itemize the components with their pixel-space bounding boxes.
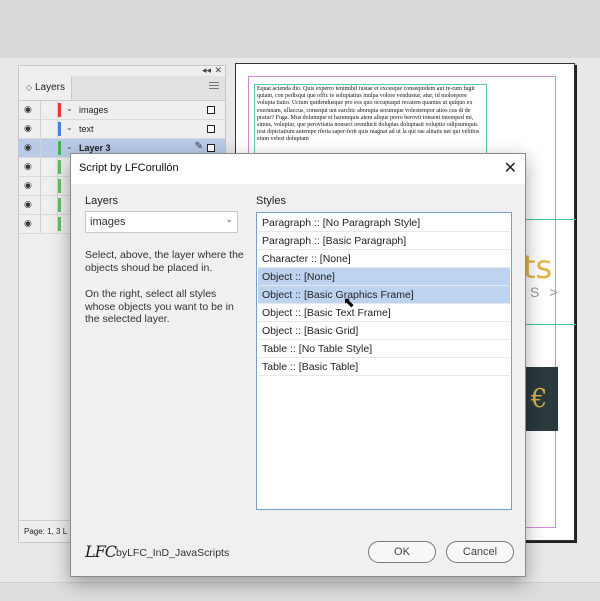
style-list-item[interactable]: Object :: [Basic Graphics Frame] <box>258 286 510 304</box>
layer-name: images <box>79 105 109 115</box>
lock-toggle[interactable] <box>40 158 58 176</box>
gray-subtext: S > <box>530 284 561 300</box>
layer-color-swatch <box>58 122 61 136</box>
style-list-item[interactable]: Object :: [None] <box>258 268 510 286</box>
cancel-button[interactable]: Cancel <box>446 541 514 563</box>
footer-credit: byLFC_InD_JavaScripts <box>116 547 230 559</box>
styles-label: Styles <box>256 195 286 207</box>
visibility-eye-icon[interactable]: ◉ <box>24 181 37 191</box>
lock-toggle[interactable] <box>40 120 58 138</box>
style-list-item[interactable]: Character :: [None] <box>258 250 510 268</box>
style-list-item[interactable]: Table :: [Basic Table] <box>258 358 510 376</box>
pencil-icon: ✎ <box>194 141 203 152</box>
panel-tabbar: ◇ Layers <box>19 76 225 101</box>
dialog-title: Script by LFCorullón <box>79 162 179 174</box>
style-list-item[interactable]: Paragraph :: [Basic Paragraph] <box>258 232 510 250</box>
dialog-close-button[interactable]: ✕ <box>504 159 517 177</box>
app-background-bottom <box>0 582 600 601</box>
chevron-down-icon[interactable]: ⌄ <box>66 104 73 113</box>
lock-toggle[interactable] <box>40 215 58 233</box>
mouse-cursor-icon: ⬉ <box>343 295 355 311</box>
tab-layers[interactable]: ◇ Layers <box>19 76 72 100</box>
lock-toggle[interactable] <box>40 101 58 119</box>
app-background-top <box>0 0 600 58</box>
style-list-item[interactable]: Paragraph :: [No Paragraph Style] <box>258 214 510 232</box>
panel-menu-icon[interactable] <box>209 82 219 92</box>
layer-color-swatch <box>58 179 61 193</box>
layer-select-square[interactable] <box>207 106 215 114</box>
collapse-panel-button[interactable]: ◂◂ <box>202 66 211 76</box>
style-list-item[interactable]: Object :: [Basic Grid] <box>258 322 510 340</box>
style-list-item[interactable]: Object :: [Basic Text Frame] <box>258 304 510 322</box>
layer-name: Layer 3 <box>79 143 111 153</box>
teal-guide-line <box>521 219 576 220</box>
help-text-layer: Select, above, the layer where the objec… <box>85 249 244 274</box>
script-dialog: Script by LFCorullón ✕ Layers images ⌄ S… <box>70 153 526 577</box>
layer-name: text <box>79 124 94 134</box>
styles-list[interactable]: Paragraph :: [No Paragraph Style] Paragra… <box>256 212 512 510</box>
layer-select-square[interactable] <box>207 144 215 152</box>
ok-button[interactable]: OK <box>368 541 436 563</box>
tab-layers-label: Layers <box>35 82 66 93</box>
layer-color-swatch <box>58 103 61 117</box>
layer-row[interactable]: ◉ ⌄ images <box>19 101 225 120</box>
chevron-down-icon[interactable]: ⌄ <box>66 142 73 151</box>
layer-color-swatch <box>58 141 61 155</box>
dialog-titlebar: Script by LFCorullón ✕ <box>71 154 525 184</box>
lock-toggle[interactable] <box>40 196 58 214</box>
gold-heading-text: ts <box>523 248 553 286</box>
layers-label: Layers <box>85 195 119 207</box>
layer-color-swatch <box>58 217 61 231</box>
layer-color-swatch <box>58 160 61 174</box>
visibility-eye-icon[interactable]: ◉ <box>24 143 37 153</box>
layer-select[interactable]: images ⌄ <box>85 211 238 233</box>
lfc-logo: LFC <box>85 542 117 561</box>
teal-guide-line <box>521 324 576 325</box>
style-list-item[interactable]: Table :: [No Table Style] <box>258 340 510 358</box>
layer-color-swatch <box>58 198 61 212</box>
layer-row[interactable]: ◉ ⌄ text <box>19 120 225 139</box>
lock-toggle[interactable] <box>40 177 58 195</box>
close-panel-button[interactable]: ✕ <box>214 66 222 76</box>
visibility-eye-icon[interactable]: ◉ <box>24 105 37 115</box>
help-text-styles: On the right, select all styles whose ob… <box>85 288 234 325</box>
chevron-down-icon: ⌄ <box>225 215 233 225</box>
chevron-down-icon[interactable]: ⌄ <box>66 123 73 132</box>
visibility-eye-icon[interactable]: ◉ <box>24 200 37 210</box>
visibility-eye-icon[interactable]: ◉ <box>24 124 37 134</box>
lock-toggle[interactable] <box>40 139 58 157</box>
layer-select-value: images <box>90 216 126 228</box>
visibility-eye-icon[interactable]: ◉ <box>24 219 37 229</box>
tab-expand-icon: ◇ <box>25 83 33 92</box>
text-frame[interactable]: Equat acienda dio. Quis experro tenimihi… <box>254 84 487 156</box>
visibility-eye-icon[interactable]: ◉ <box>24 162 37 172</box>
layer-select-square[interactable] <box>207 125 215 133</box>
